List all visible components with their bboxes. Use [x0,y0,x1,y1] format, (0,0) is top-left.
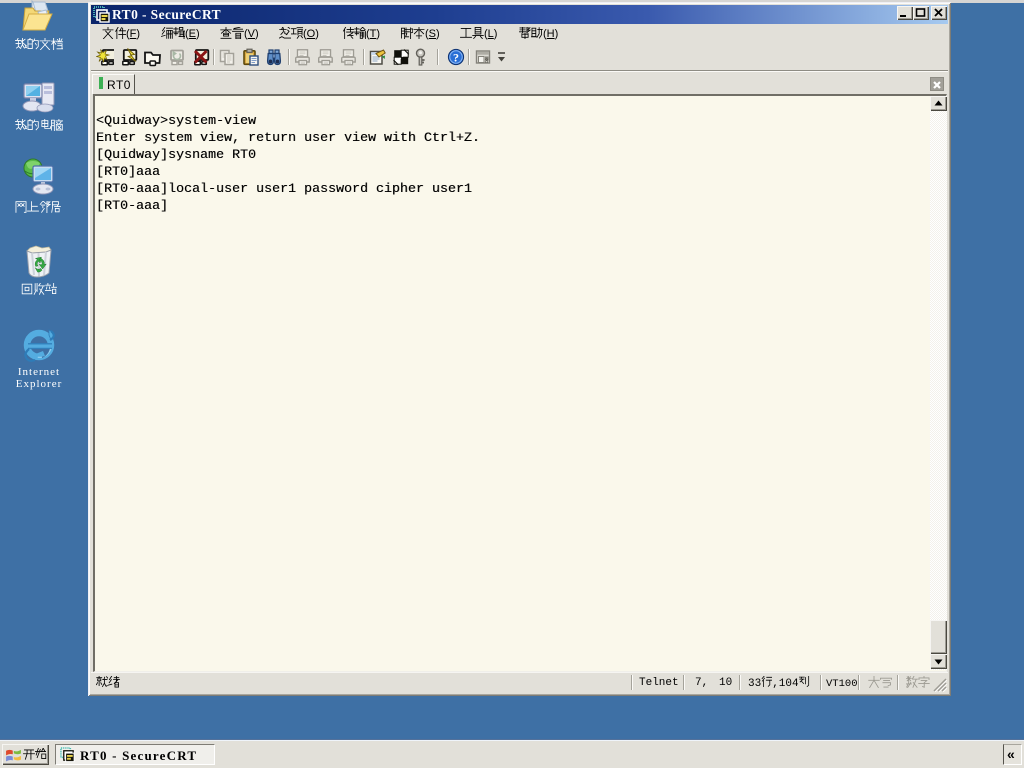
svg-text:?: ? [453,50,459,64]
